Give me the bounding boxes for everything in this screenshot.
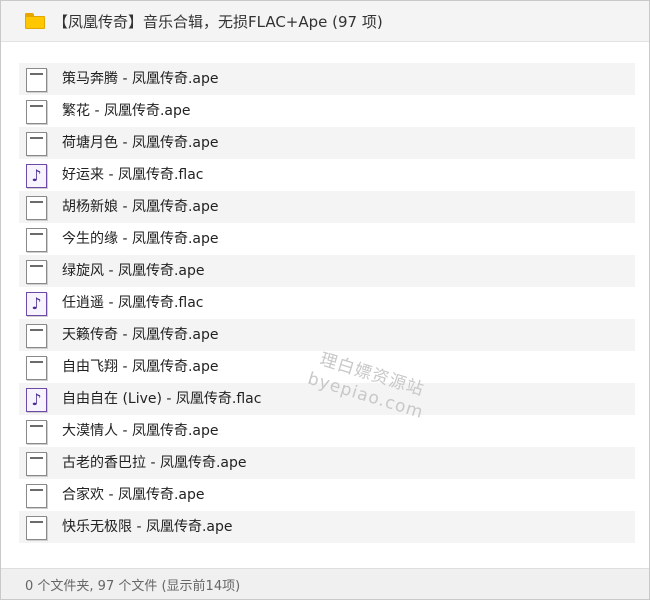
status-text: 0 个文件夹, 97 个文件 (显示前14项)	[25, 578, 241, 594]
file-row[interactable]: 天籁传奇 - 凤凰传奇.ape	[19, 319, 635, 351]
file-row[interactable]: 好运来 - 凤凰传奇.flac	[19, 159, 635, 191]
status-bar: 0 个文件夹, 97 个文件 (显示前14项)	[1, 568, 649, 599]
file-name: 合家欢 - 凤凰传奇.ape	[62, 487, 205, 503]
file-row[interactable]: 古老的香巴拉 - 凤凰传奇.ape	[19, 447, 635, 479]
file-row[interactable]: 大漠情人 - 凤凰传奇.ape	[19, 415, 635, 447]
file-name: 今生的缘 - 凤凰传奇.ape	[62, 231, 219, 247]
file-name: 胡杨新娘 - 凤凰传奇.ape	[62, 199, 219, 215]
file-name: 繁花 - 凤凰传奇.ape	[62, 103, 191, 119]
file-list-window: 【凤凰传奇】音乐合辑，无损FLAC+Ape (97 项) 策马奔腾 - 凤凰传奇…	[0, 0, 650, 600]
ape-file-icon	[26, 228, 47, 252]
file-row[interactable]: 繁花 - 凤凰传奇.ape	[19, 95, 635, 127]
file-name: 好运来 - 凤凰传奇.flac	[62, 167, 204, 183]
folder-title: 【凤凰传奇】音乐合辑，无损FLAC+Ape (97 项)	[53, 12, 383, 31]
ape-file-icon	[26, 324, 47, 348]
ape-file-icon	[26, 484, 47, 508]
file-name: 天籁传奇 - 凤凰传奇.ape	[62, 327, 219, 343]
flac-file-icon	[26, 164, 47, 188]
ape-file-icon	[26, 196, 47, 220]
ape-file-icon	[26, 100, 47, 124]
file-row[interactable]: 绿旋风 - 凤凰传奇.ape	[19, 255, 635, 287]
file-row[interactable]: 合家欢 - 凤凰传奇.ape	[19, 479, 635, 511]
folder-icon	[25, 13, 45, 29]
file-name: 自由飞翔 - 凤凰传奇.ape	[62, 359, 219, 375]
ape-file-icon	[26, 452, 47, 476]
file-row[interactable]: 任逍遥 - 凤凰传奇.flac	[19, 287, 635, 319]
file-name: 自由自在 (Live) - 凤凰传奇.flac	[62, 391, 262, 407]
file-row[interactable]: 今生的缘 - 凤凰传奇.ape	[19, 223, 635, 255]
file-row[interactable]: 自由飞翔 - 凤凰传奇.ape	[19, 351, 635, 383]
ape-file-icon	[26, 516, 47, 540]
ape-file-icon	[26, 420, 47, 444]
file-name: 绿旋风 - 凤凰传奇.ape	[62, 263, 205, 279]
ape-file-icon	[26, 132, 47, 156]
file-name: 古老的香巴拉 - 凤凰传奇.ape	[62, 455, 247, 471]
file-name: 策马奔腾 - 凤凰传奇.ape	[62, 71, 219, 87]
file-row[interactable]: 荷塘月色 - 凤凰传奇.ape	[19, 127, 635, 159]
title-bar: 【凤凰传奇】音乐合辑，无损FLAC+Ape (97 项)	[1, 1, 649, 42]
file-name: 荷塘月色 - 凤凰传奇.ape	[62, 135, 219, 151]
ape-file-icon	[26, 356, 47, 380]
file-row[interactable]: 自由自在 (Live) - 凤凰传奇.flac	[19, 383, 635, 415]
flac-file-icon	[26, 388, 47, 412]
file-name: 大漠情人 - 凤凰传奇.ape	[62, 423, 219, 439]
file-row[interactable]: 胡杨新娘 - 凤凰传奇.ape	[19, 191, 635, 223]
file-row[interactable]: 策马奔腾 - 凤凰传奇.ape	[19, 63, 635, 95]
flac-file-icon	[26, 292, 47, 316]
file-name: 快乐无极限 - 凤凰传奇.ape	[62, 519, 233, 535]
file-name: 任逍遥 - 凤凰传奇.flac	[62, 295, 204, 311]
ape-file-icon	[26, 68, 47, 92]
file-list: 策马奔腾 - 凤凰传奇.ape 繁花 - 凤凰传奇.ape 荷塘月色 - 凤凰传奇.…	[19, 63, 635, 543]
ape-file-icon	[26, 260, 47, 284]
file-row[interactable]: 快乐无极限 - 凤凰传奇.ape	[19, 511, 635, 543]
